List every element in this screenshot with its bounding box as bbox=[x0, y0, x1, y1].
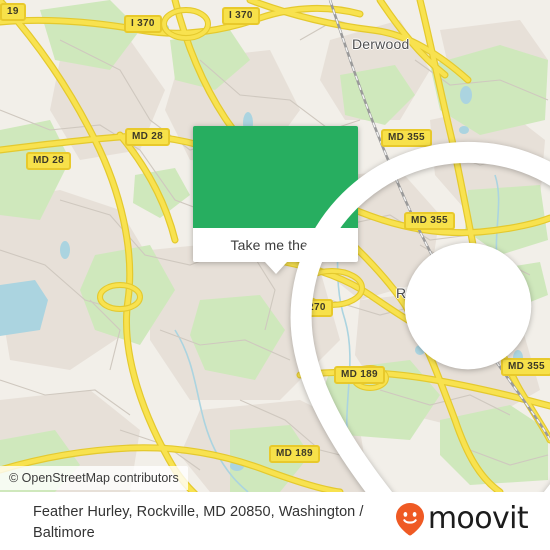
page-footer: Feather Hurley, Rockville, MD 20850, Was… bbox=[0, 492, 550, 550]
osm-attribution[interactable]: © OpenStreetMap contributors bbox=[0, 466, 188, 490]
road-shield: I 370 bbox=[222, 7, 260, 25]
place-label: Derwood bbox=[352, 36, 410, 52]
location-callout-card[interactable]: Take me there bbox=[193, 126, 550, 492]
moovit-pin-icon bbox=[395, 502, 425, 536]
road-shield: MD 28 bbox=[125, 128, 170, 146]
road-shield: 19 bbox=[0, 3, 26, 21]
address-label: Feather Hurley, Rockville, MD 20850, Was… bbox=[33, 504, 364, 541]
moovit-wordmark: moovit bbox=[427, 501, 529, 536]
road-shield: I 370 bbox=[124, 15, 162, 33]
card-header bbox=[193, 126, 550, 492]
road-shield: MD 28 bbox=[26, 152, 71, 170]
card-pointer bbox=[264, 262, 287, 274]
moovit-logo[interactable]: moovit bbox=[395, 492, 550, 536]
moovit-map-screenshot: 19 I 370 I 370 MD 28 MD 28 MD 355 MD 355 I 270 M… bbox=[0, 0, 550, 550]
map-canvas[interactable]: 19 I 370 I 370 MD 28 MD 28 MD 355 MD 355 I 270 M… bbox=[0, 0, 550, 492]
